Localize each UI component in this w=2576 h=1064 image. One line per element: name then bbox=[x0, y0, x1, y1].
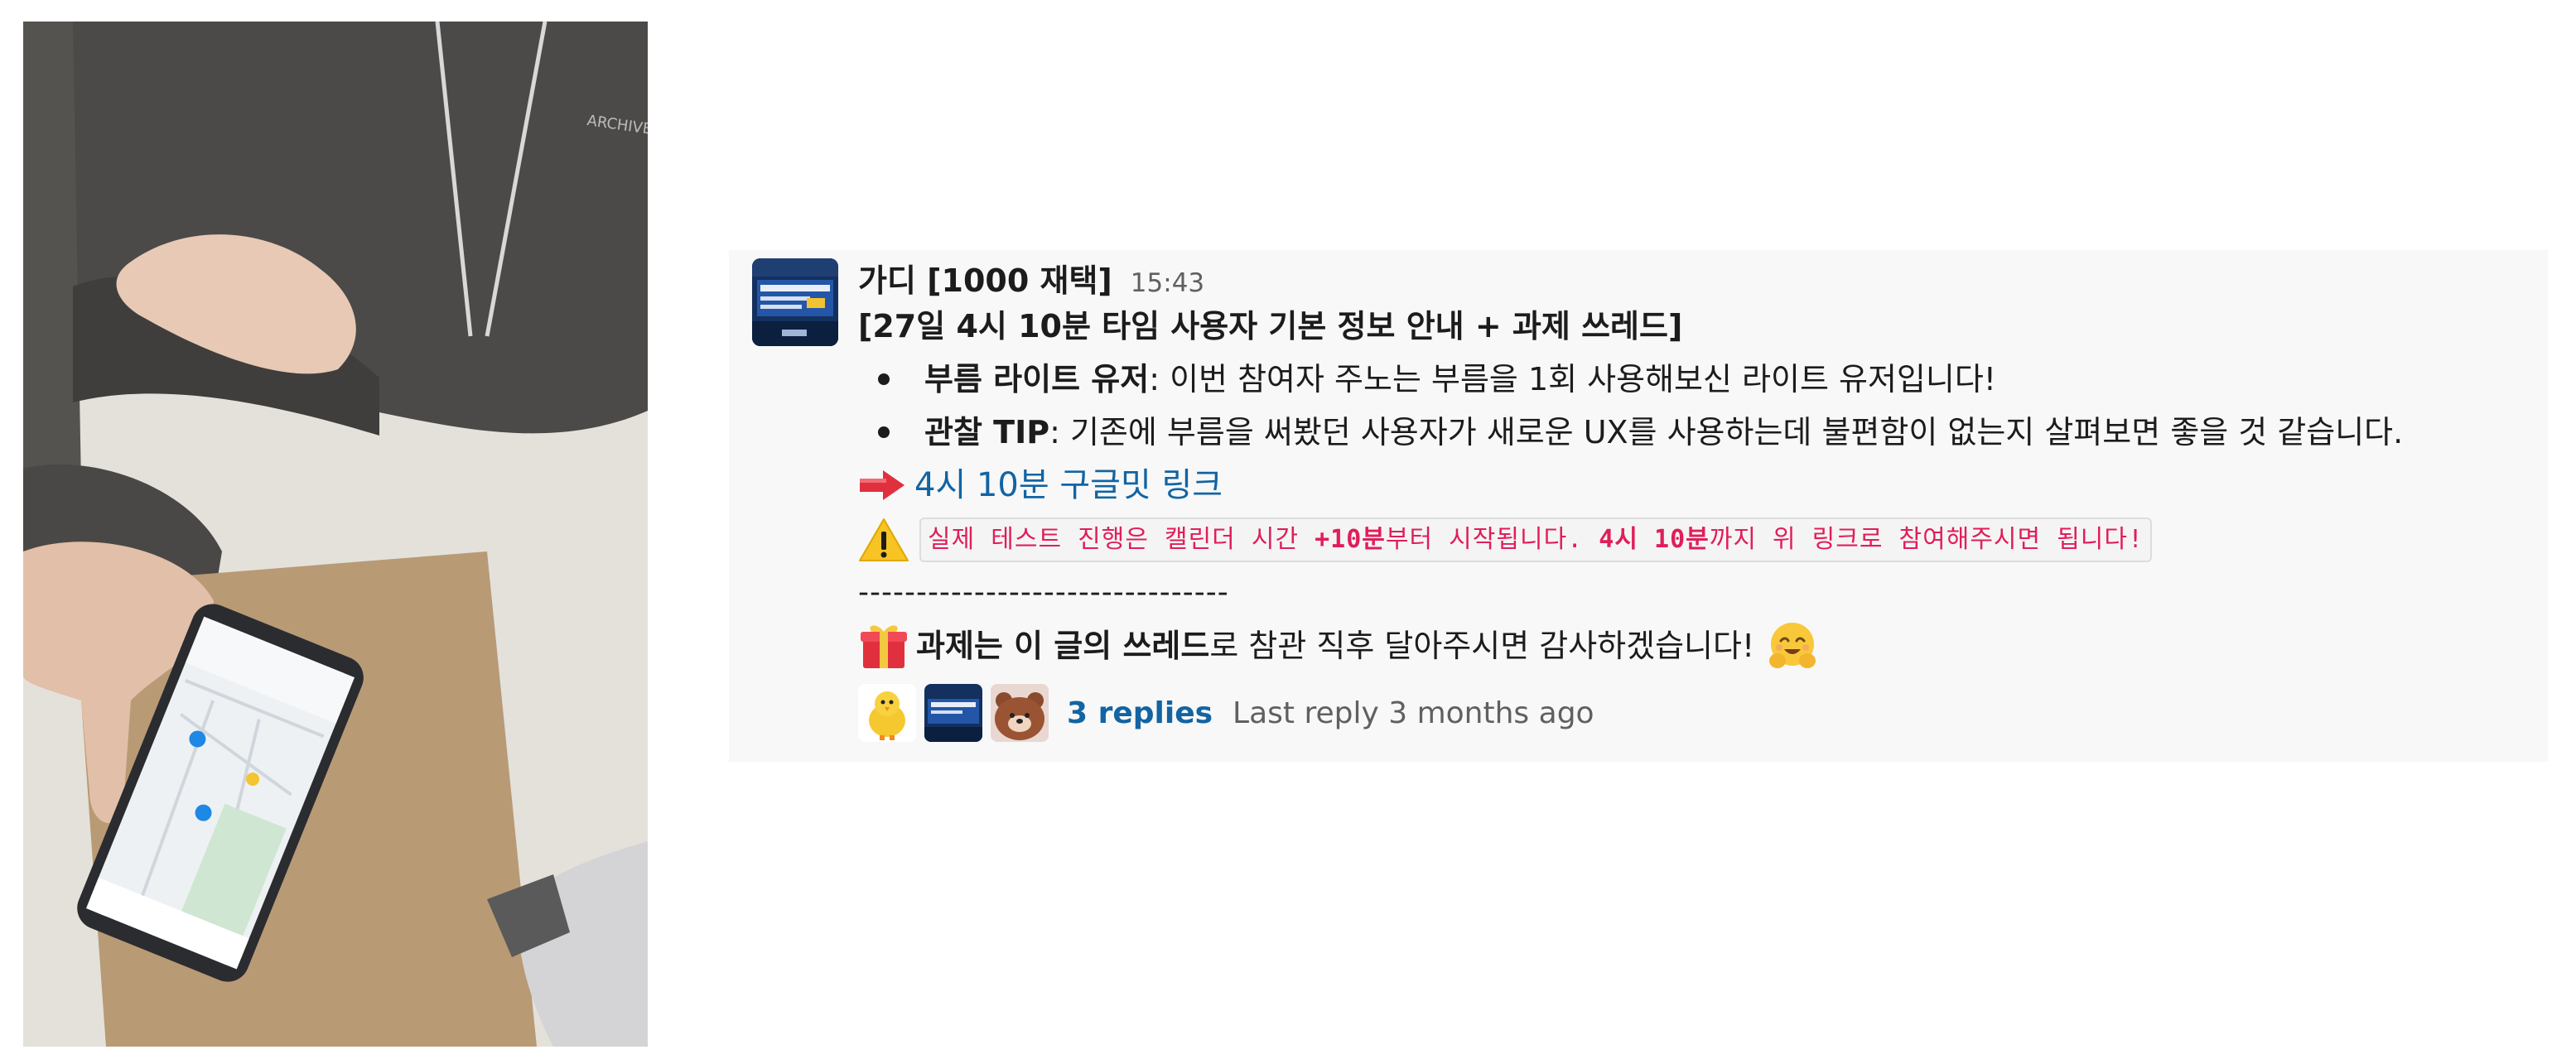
gift-icon bbox=[861, 625, 907, 668]
notice-line: 실제 테스트 진행은 캘린더 시간 +10분부터 시작됩니다. 4시 10분까지… bbox=[858, 517, 2153, 563]
notice-text: 까지 위 링크로 참여해주시면 됩니다! bbox=[1709, 525, 2144, 554]
photo: ARCHIVE GALLERY bbox=[23, 22, 648, 1047]
sender-avatar-image bbox=[752, 258, 838, 346]
sender-avatar[interactable] bbox=[752, 258, 838, 346]
bullet-dot bbox=[878, 426, 890, 438]
hugging-face-icon bbox=[1769, 623, 1816, 668]
bullet-label: 부름 라이트 유저 bbox=[924, 361, 1150, 397]
meet-link-line: 4시 10분 구글밋 링크 bbox=[858, 464, 1223, 507]
bullet-item: 관찰 TIP : 기존에 부름을 써봤던 사용자가 새로운 UX를 사용하는데 … bbox=[858, 411, 2403, 454]
inline-code-notice: 실제 테스트 진행은 캘린더 시간 +10분부터 시작됩니다. 4시 10분까지… bbox=[919, 518, 2153, 562]
chick-avatar-image bbox=[858, 684, 916, 742]
bullet-text: : 기존에 부름을 써봤던 사용자가 새로운 UX를 사용하는데 불편함이 없는… bbox=[1049, 414, 2404, 450]
slack-message: 가디 [1000 재택] 15:43 [27일 4시 10분 타임 사용자 기본… bbox=[729, 250, 2548, 762]
notice-text: 실제 테스트 진행은 캘린더 시간 bbox=[928, 525, 1315, 554]
bullet-label: 관찰 TIP bbox=[924, 414, 1050, 450]
google-meet-link[interactable]: 4시 10분 구글밋 링크 bbox=[914, 464, 1223, 507]
bullet-item: 부름 라이트 유저 : 이번 참여자 주노는 부름을 1회 사용해보신 라이트 … bbox=[858, 358, 1996, 401]
photo-illustration: ARCHIVE GALLERY bbox=[23, 22, 648, 1047]
message-header: 가디 [1000 재택] 15:43 bbox=[858, 255, 1204, 301]
message-title: [27일 4시 10분 타임 사용자 기본 정보 안내 + 과제 쓰레드] bbox=[858, 308, 1683, 344]
warning-icon bbox=[859, 518, 909, 561]
notice-text: 부터 시작됩니다. bbox=[1385, 525, 1599, 554]
text-divider: -------------------------------- bbox=[858, 575, 1229, 609]
message-timestamp[interactable]: 15:43 bbox=[1131, 268, 1204, 298]
reply-avatar-chick bbox=[858, 684, 916, 742]
reply-avatar-sender bbox=[924, 684, 982, 742]
replies-count-link[interactable]: 3 replies bbox=[1067, 696, 1213, 730]
thread-summary[interactable]: 3 replies Last reply 3 months ago bbox=[858, 684, 1594, 742]
task-bold: 과제는 이 글의 쓰레드 bbox=[916, 628, 1210, 664]
bullet-dot bbox=[878, 373, 890, 385]
bear-avatar-image bbox=[991, 684, 1049, 742]
bullet-text: : 이번 참여자 주노는 부름을 1회 사용해보신 라이트 유저입니다! bbox=[1149, 361, 1997, 397]
sender-name[interactable]: 가디 [1000 재택] bbox=[858, 255, 1112, 301]
reply-avatar-bear bbox=[991, 684, 1049, 742]
right-arrow-icon bbox=[860, 470, 904, 500]
last-reply-time: Last reply 3 months ago bbox=[1233, 696, 1594, 730]
task-line: 과제는 이 글의 쓰레드 로 참관 직후 달아주시면 감사하겠습니다! bbox=[858, 619, 1819, 672]
task-text: 로 참관 직후 달아주시면 감사하겠습니다! bbox=[1209, 628, 1755, 664]
notice-emphasis: 4시 10분 bbox=[1599, 525, 1710, 554]
notice-emphasis: +10분 bbox=[1315, 525, 1386, 554]
sender-mini-avatar-image bbox=[924, 684, 982, 742]
